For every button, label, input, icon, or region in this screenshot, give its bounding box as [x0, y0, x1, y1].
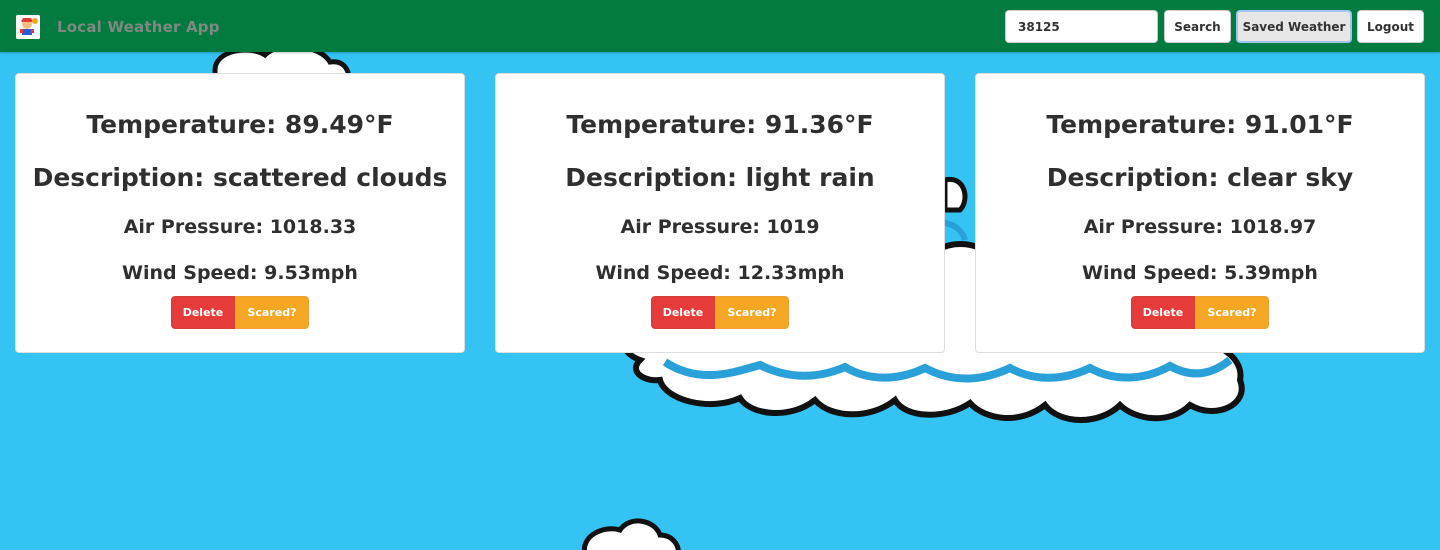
description-text: Description: scattered clouds [32, 163, 448, 192]
wind-speed-text: Wind Speed: 9.53mph [122, 262, 358, 284]
temperature-text: Temperature: 91.36°F [566, 110, 874, 139]
air-pressure-text: Air Pressure: 1019 [620, 216, 820, 238]
card-actions: Delete Scared? [976, 296, 1424, 329]
air-pressure-text: Air Pressure: 1018.97 [1083, 216, 1317, 238]
weather-card: Temperature: 89.49°F Description: scatte… [15, 73, 465, 353]
logout-button[interactable]: Logout [1357, 10, 1424, 43]
weather-card: Temperature: 91.01°F Description: clear … [975, 73, 1425, 353]
temperature-text: Temperature: 91.01°F [1046, 110, 1354, 139]
description-text: Description: clear sky [1046, 163, 1354, 192]
temperature-text: Temperature: 89.49°F [86, 110, 394, 139]
app-logo[interactable] [16, 15, 40, 39]
description-text: Description: light rain [565, 163, 875, 192]
scared-button[interactable]: Scared? [715, 296, 789, 329]
weather-card: Temperature: 91.36°F Description: light … [495, 73, 945, 353]
app-title[interactable]: Local Weather App [57, 18, 220, 36]
scared-button[interactable]: Scared? [235, 296, 309, 329]
navbar: Local Weather App Search Saved Weather L… [0, 0, 1440, 52]
zip-search-input[interactable] [1005, 10, 1158, 43]
saved-weather-button[interactable]: Saved Weather [1236, 10, 1352, 43]
delete-button[interactable]: Delete [171, 296, 235, 329]
wind-speed-text: Wind Speed: 5.39mph [1082, 262, 1318, 284]
card-actions: Delete Scared? [496, 296, 944, 329]
delete-button[interactable]: Delete [651, 296, 715, 329]
scared-button[interactable]: Scared? [1195, 296, 1269, 329]
air-pressure-text: Air Pressure: 1018.33 [123, 216, 357, 238]
mario-logo-icon [16, 15, 40, 39]
delete-button[interactable]: Delete [1131, 296, 1195, 329]
search-button[interactable]: Search [1164, 10, 1231, 43]
card-actions: Delete Scared? [16, 296, 464, 329]
wind-speed-text: Wind Speed: 12.33mph [595, 262, 845, 284]
